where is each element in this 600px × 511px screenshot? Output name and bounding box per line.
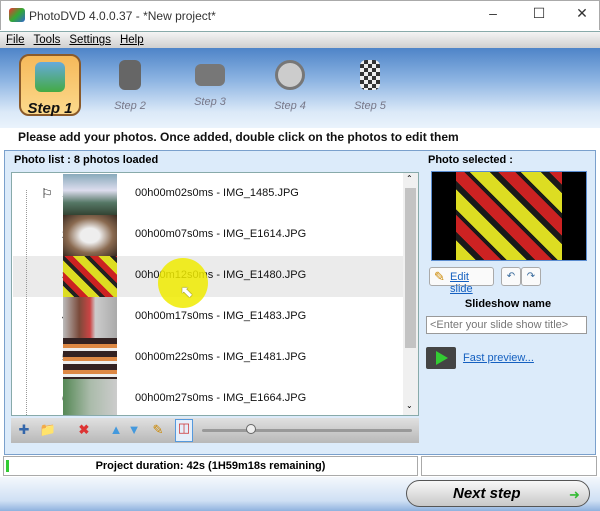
clock-icon bbox=[275, 60, 305, 90]
slideshow-title-input[interactable] bbox=[426, 316, 587, 334]
window-title: PhotoDVD 4.0.0.37 - *New project* bbox=[29, 9, 216, 23]
list-item[interactable]: 200h00m07s0ms - IMG_E1614.JPG bbox=[13, 215, 405, 256]
add-photos-button[interactable]: ✚ bbox=[15, 422, 33, 439]
monitor-play-icon[interactable] bbox=[426, 347, 456, 369]
minimize-button[interactable]: – bbox=[478, 5, 508, 25]
next-step-button[interactable]: Next step ➜ bbox=[406, 480, 590, 507]
project-duration-status: Project duration: 42s (1H59m18s remainin… bbox=[3, 456, 418, 476]
slideshow-name-label: Slideshow name bbox=[464, 298, 552, 310]
checkered-flag-icon bbox=[360, 60, 380, 90]
photo-thumbnail bbox=[63, 174, 117, 215]
photo-thumbnail bbox=[63, 256, 117, 297]
list-item[interactable]: 400h00m17s0ms - IMG_E1483.JPG bbox=[13, 297, 405, 338]
step-1-button[interactable]: Step 1 bbox=[19, 54, 81, 117]
photo-list-label: Photo list : 8 photos loaded bbox=[14, 154, 159, 166]
dvd-menu-icon bbox=[195, 64, 225, 86]
delete-button[interactable]: ✖ bbox=[75, 422, 93, 439]
photo-thumbnail bbox=[63, 338, 117, 379]
step-2-button[interactable]: Step 2 bbox=[99, 54, 161, 116]
rotate-right-button[interactable]: ↷ bbox=[521, 267, 541, 286]
list-item-selected[interactable]: 300h00m12s0ms - IMG_E1480.JPG bbox=[13, 256, 405, 297]
add-folder-button[interactable]: 📁 bbox=[39, 422, 57, 439]
list-item[interactable]: 600h00m27s0ms - IMG_E1664.JPG bbox=[13, 379, 405, 415]
step-5-button[interactable]: Step 5 bbox=[339, 54, 401, 116]
step-4-button[interactable]: Step 4 bbox=[259, 54, 321, 116]
music-icon bbox=[119, 60, 141, 90]
fast-preview-link[interactable]: Fast preview... bbox=[463, 352, 534, 364]
photo-thumbnail bbox=[63, 379, 117, 415]
mouse-cursor-icon: ⬉ bbox=[180, 284, 194, 301]
menu-help[interactable]: Help bbox=[120, 34, 144, 46]
photo-thumbnail bbox=[63, 215, 117, 256]
menu-settings[interactable]: Settings bbox=[69, 34, 111, 46]
edit-slide-button[interactable]: ✎ Edit slide bbox=[429, 267, 494, 295]
scroll-down-icon[interactable]: ⌄ bbox=[406, 401, 413, 410]
thumbnail-size-slider[interactable] bbox=[202, 429, 412, 432]
steps-bar: Step 1 Step 2 Step 3 Step 4 Step 5 bbox=[0, 48, 600, 128]
close-button[interactable]: ✕ bbox=[567, 5, 597, 25]
instruction-text: Please add your photos. Once added, doub… bbox=[18, 130, 459, 144]
menu-file[interactable]: File bbox=[6, 34, 25, 46]
status-panel-empty bbox=[421, 456, 597, 476]
rotate-left-button[interactable]: ↶ bbox=[501, 267, 521, 286]
list-item[interactable]: ⚐100h00m02s0ms - IMG_1485.JPG bbox=[13, 174, 405, 215]
step-3-button[interactable]: Step 3 bbox=[179, 54, 241, 116]
move-up-button[interactable]: ▲ bbox=[107, 422, 125, 439]
tree-view-toggle[interactable]: ◫ bbox=[175, 419, 193, 442]
menu-tools[interactable]: Tools bbox=[34, 34, 61, 46]
photos-icon bbox=[35, 62, 65, 92]
scrollbar-thumb[interactable] bbox=[405, 188, 416, 348]
list-item[interactable]: 500h00m22s0ms - IMG_E1481.JPG bbox=[13, 338, 405, 379]
tree-line bbox=[26, 190, 27, 415]
title-bar: PhotoDVD 4.0.0.37 - *New project* – ☐ ✕ bbox=[0, 0, 600, 30]
flag-icon: ⚐ bbox=[41, 186, 53, 201]
scroll-up-icon[interactable]: ⌃ bbox=[406, 174, 413, 183]
photo-list[interactable]: ⚐100h00m02s0ms - IMG_1485.JPG 200h00m07s… bbox=[11, 172, 419, 416]
arrow-right-icon: ➜ bbox=[569, 487, 580, 502]
maximize-button[interactable]: ☐ bbox=[524, 5, 554, 25]
move-down-button[interactable]: ▼ bbox=[125, 422, 143, 439]
edit-pencil-button[interactable]: ✎ bbox=[149, 422, 167, 439]
menu-bar: File Tools Settings Help bbox=[0, 31, 600, 48]
photo-selected-label: Photo selected : bbox=[428, 154, 513, 166]
slider-knob[interactable] bbox=[246, 424, 256, 434]
photo-thumbnail bbox=[63, 297, 117, 338]
pencil-icon: ✎ bbox=[434, 269, 445, 284]
app-icon bbox=[9, 8, 25, 22]
photo-preview bbox=[431, 171, 587, 261]
